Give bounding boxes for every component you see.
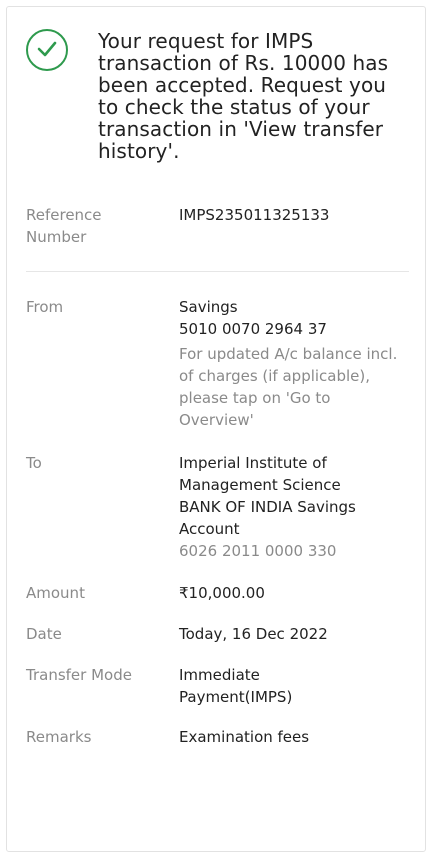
transfer-mode-value: Immediate Payment(IMPS)	[179, 666, 293, 706]
status-message: Your request for IMPS transaction of Rs.…	[98, 29, 389, 163]
check-circle-icon	[26, 29, 68, 71]
from-account-number: 5010 0070 2964 37	[179, 320, 327, 338]
remarks-label: Remarks	[26, 728, 92, 746]
divider	[26, 271, 409, 272]
remarks-value: Examination fees	[179, 728, 310, 746]
reference-number-label: Reference Number	[26, 206, 102, 246]
from-value: Savings 5010 0070 2964 37 For updated A/…	[179, 296, 404, 431]
transfer-mode-label: Transfer Mode	[26, 666, 132, 684]
amount-label: Amount	[26, 584, 85, 602]
balance-note: For updated A/c balance incl. of charges…	[179, 345, 398, 429]
transaction-confirmation-card: Your request for IMPS transaction of Rs.…	[6, 6, 426, 852]
to-label: To	[26, 454, 42, 472]
payee-bank: BANK OF INDIA Savings Account	[179, 498, 356, 538]
reference-number-value: IMPS235011325133	[179, 206, 330, 224]
date-value: Today, 16 Dec 2022	[179, 625, 328, 643]
payee-account-number: 6026 2011 0000 330	[179, 542, 337, 560]
date-label: Date	[26, 625, 62, 643]
to-value: Imperial Institute of Management Science…	[179, 452, 404, 562]
from-account-type: Savings	[179, 298, 238, 316]
checkmark-icon	[37, 41, 57, 57]
payee-name: Imperial Institute of Management Science	[179, 454, 341, 494]
amount-value: ₹10,000.00	[179, 584, 265, 602]
from-label: From	[26, 298, 64, 316]
